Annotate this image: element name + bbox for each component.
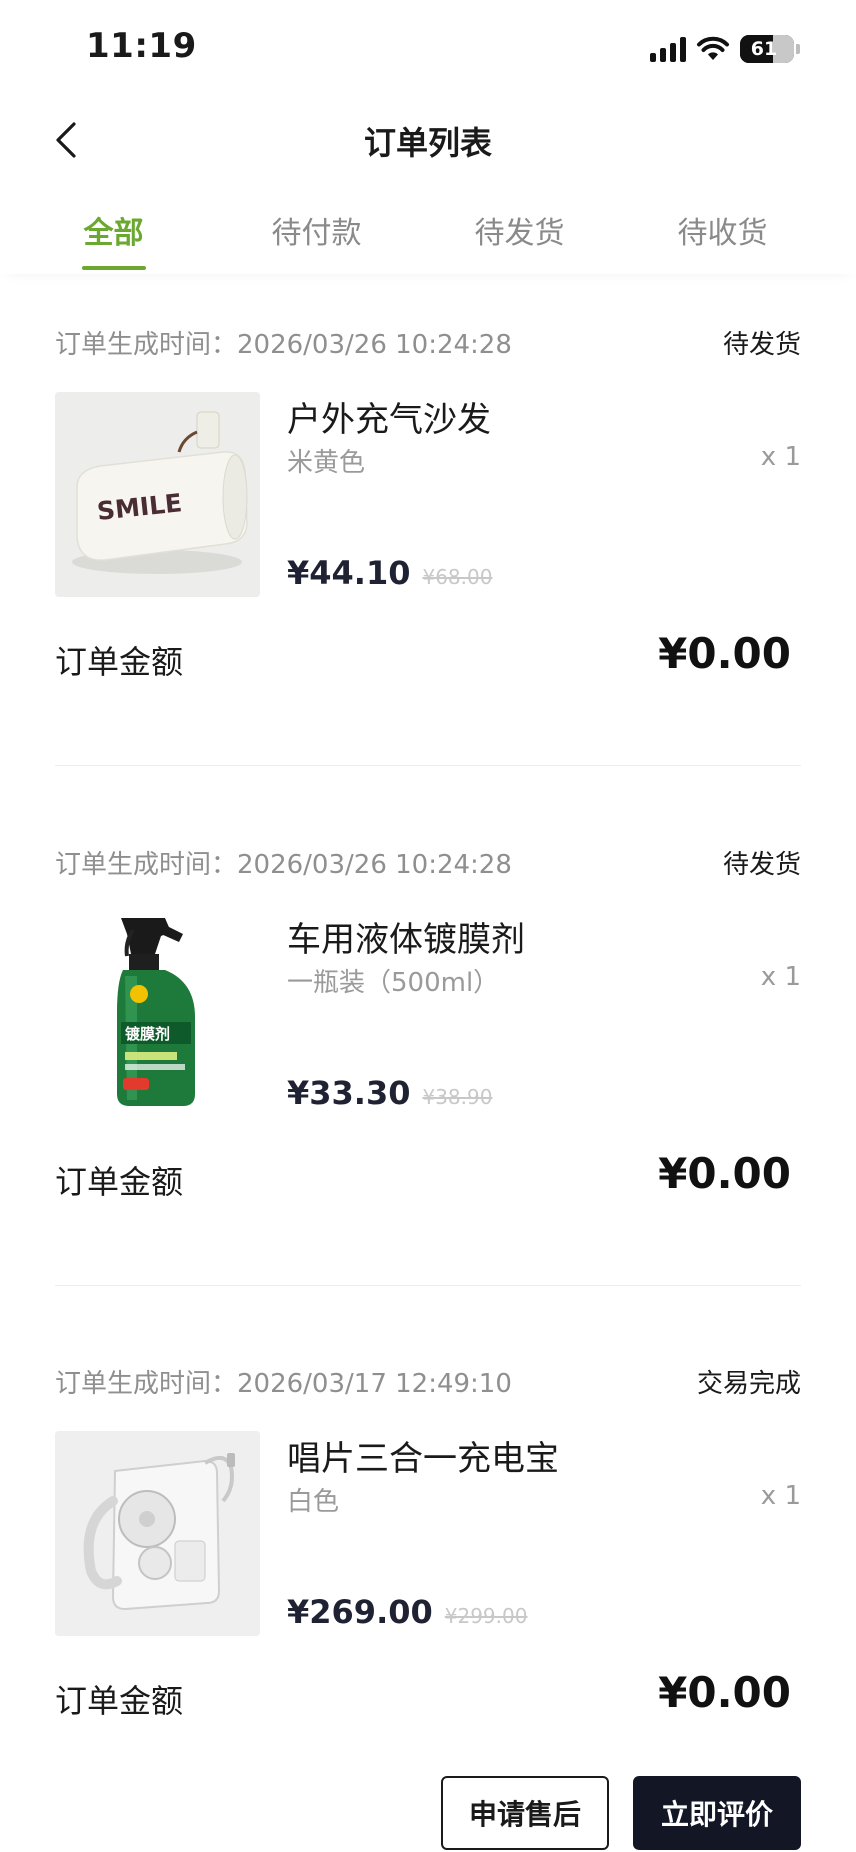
product-original-price: ¥68.00 [422,565,493,589]
product-name: 车用液体镀膜剂 [287,920,525,960]
tab-label: 待收货 [677,216,768,251]
order-status: 待发货 [722,330,801,360]
product-item[interactable]: SMILE 户外充气沙发 米黄色 x 1 ¥44.10 ¥68.00 [55,392,801,597]
product-item[interactable]: 唱片三合一充电宝 白色 x 1 ¥269.00 ¥299.00 [55,1431,801,1636]
order-header: 订单生成时间：2026/03/17 12:49:10 交易完成 [55,1351,801,1411]
order-status: 待发货 [722,850,801,880]
cellular-signal-icon [650,36,686,62]
active-tab-indicator [82,266,146,270]
order-time: 订单生成时间：2026/03/17 12:49:10 [55,1369,512,1399]
product-spec: 一瓶装（500ml） [287,968,500,998]
order-card[interactable]: 订单生成时间：2026/03/26 10:24:28 待发货 镀膜剂 车用液体镀… [55,832,801,1209]
status-bar: 11:19 61 [0,0,856,96]
order-total-value: ¥0.00 [658,629,791,678]
product-quantity: x 1 [760,442,801,472]
spray-bottle-icon: 镀膜剂 [55,912,260,1117]
divider [55,1285,801,1286]
tab-pending-payment[interactable]: 待付款 [215,186,418,274]
wifi-icon [697,36,729,60]
product-price-group: ¥269.00 ¥299.00 [287,1593,527,1631]
tab-pending-receipt[interactable]: 待收货 [621,186,824,274]
order-total-label: 订单金额 [55,1682,184,1720]
product-name: 户外充气沙发 [287,400,491,440]
nav-bar: 订单列表 [0,96,856,186]
product-item[interactable]: 镀膜剂 车用液体镀膜剂 一瓶装（500ml） x 1 ¥33.30 ¥38.90 [55,912,801,1117]
product-price: ¥33.30 [287,1074,411,1112]
product-name: 唱片三合一充电宝 [287,1439,559,1479]
product-spec: 白色 [287,1487,340,1517]
power-bank-icon [55,1431,260,1636]
tab-pending-shipment[interactable]: 待发货 [418,186,621,274]
product-price: ¥44.10 [287,554,411,592]
order-total-row: 订单金额 ¥0.00 [55,629,801,689]
order-total-label: 订单金额 [55,1163,184,1201]
order-status: 交易完成 [696,1369,801,1399]
product-price-group: ¥44.10 ¥68.00 [287,554,492,592]
status-icons: 61 [650,32,800,66]
order-time: 订单生成时间：2026/03/26 10:24:28 [55,330,512,360]
page-title: 订单列表 [363,124,492,162]
battery-icon: 61 [740,35,794,63]
tab-all[interactable]: 全部 [12,186,215,274]
order-card[interactable]: 订单生成时间：2026/03/17 12:49:10 交易完成 唱片三合一充电宝… [55,1351,801,1728]
review-button[interactable]: 立即评价 [633,1776,801,1850]
inflatable-sofa-icon: SMILE [55,392,260,597]
product-price-group: ¥33.30 ¥38.90 [287,1074,492,1112]
svg-text:镀膜剂: 镀膜剂 [125,1025,170,1043]
order-tabs: 全部 待付款 待发货 待收货 [0,186,856,274]
order-total-label: 订单金额 [55,643,184,681]
order-header: 订单生成时间：2026/03/26 10:24:28 待发货 [55,832,801,892]
order-total-row: 订单金额 ¥0.00 [55,1668,801,1728]
product-image: 镀膜剂 [55,912,260,1117]
order-time: 订单生成时间：2026/03/26 10:24:28 [55,850,512,880]
status-time: 11:19 [86,26,197,66]
order-card[interactable]: 订单生成时间：2026/03/26 10:24:28 待发货 SMILE 户外充… [55,312,801,689]
order-header: 订单生成时间：2026/03/26 10:24:28 待发货 [55,312,801,372]
tab-label: 全部 [83,216,144,251]
product-original-price: ¥299.00 [444,1604,528,1628]
order-total-value: ¥0.00 [658,1149,791,1198]
product-spec: 米黄色 [287,448,366,478]
tab-label: 待发货 [474,216,565,251]
product-quantity: x 1 [760,962,801,992]
divider [55,765,801,766]
order-total-row: 订单金额 ¥0.00 [55,1149,801,1209]
product-image: SMILE [55,392,260,597]
product-image [55,1431,260,1636]
order-total-value: ¥0.00 [658,1668,791,1717]
after-sales-button[interactable]: 申请售后 [441,1776,609,1850]
order-actions: 申请售后 立即评价 [441,1776,801,1850]
product-quantity: x 1 [760,1481,801,1511]
product-original-price: ¥38.90 [422,1085,493,1109]
battery-level: 61 [750,38,778,60]
product-price: ¥269.00 [287,1593,433,1631]
tab-label: 待付款 [271,216,362,251]
